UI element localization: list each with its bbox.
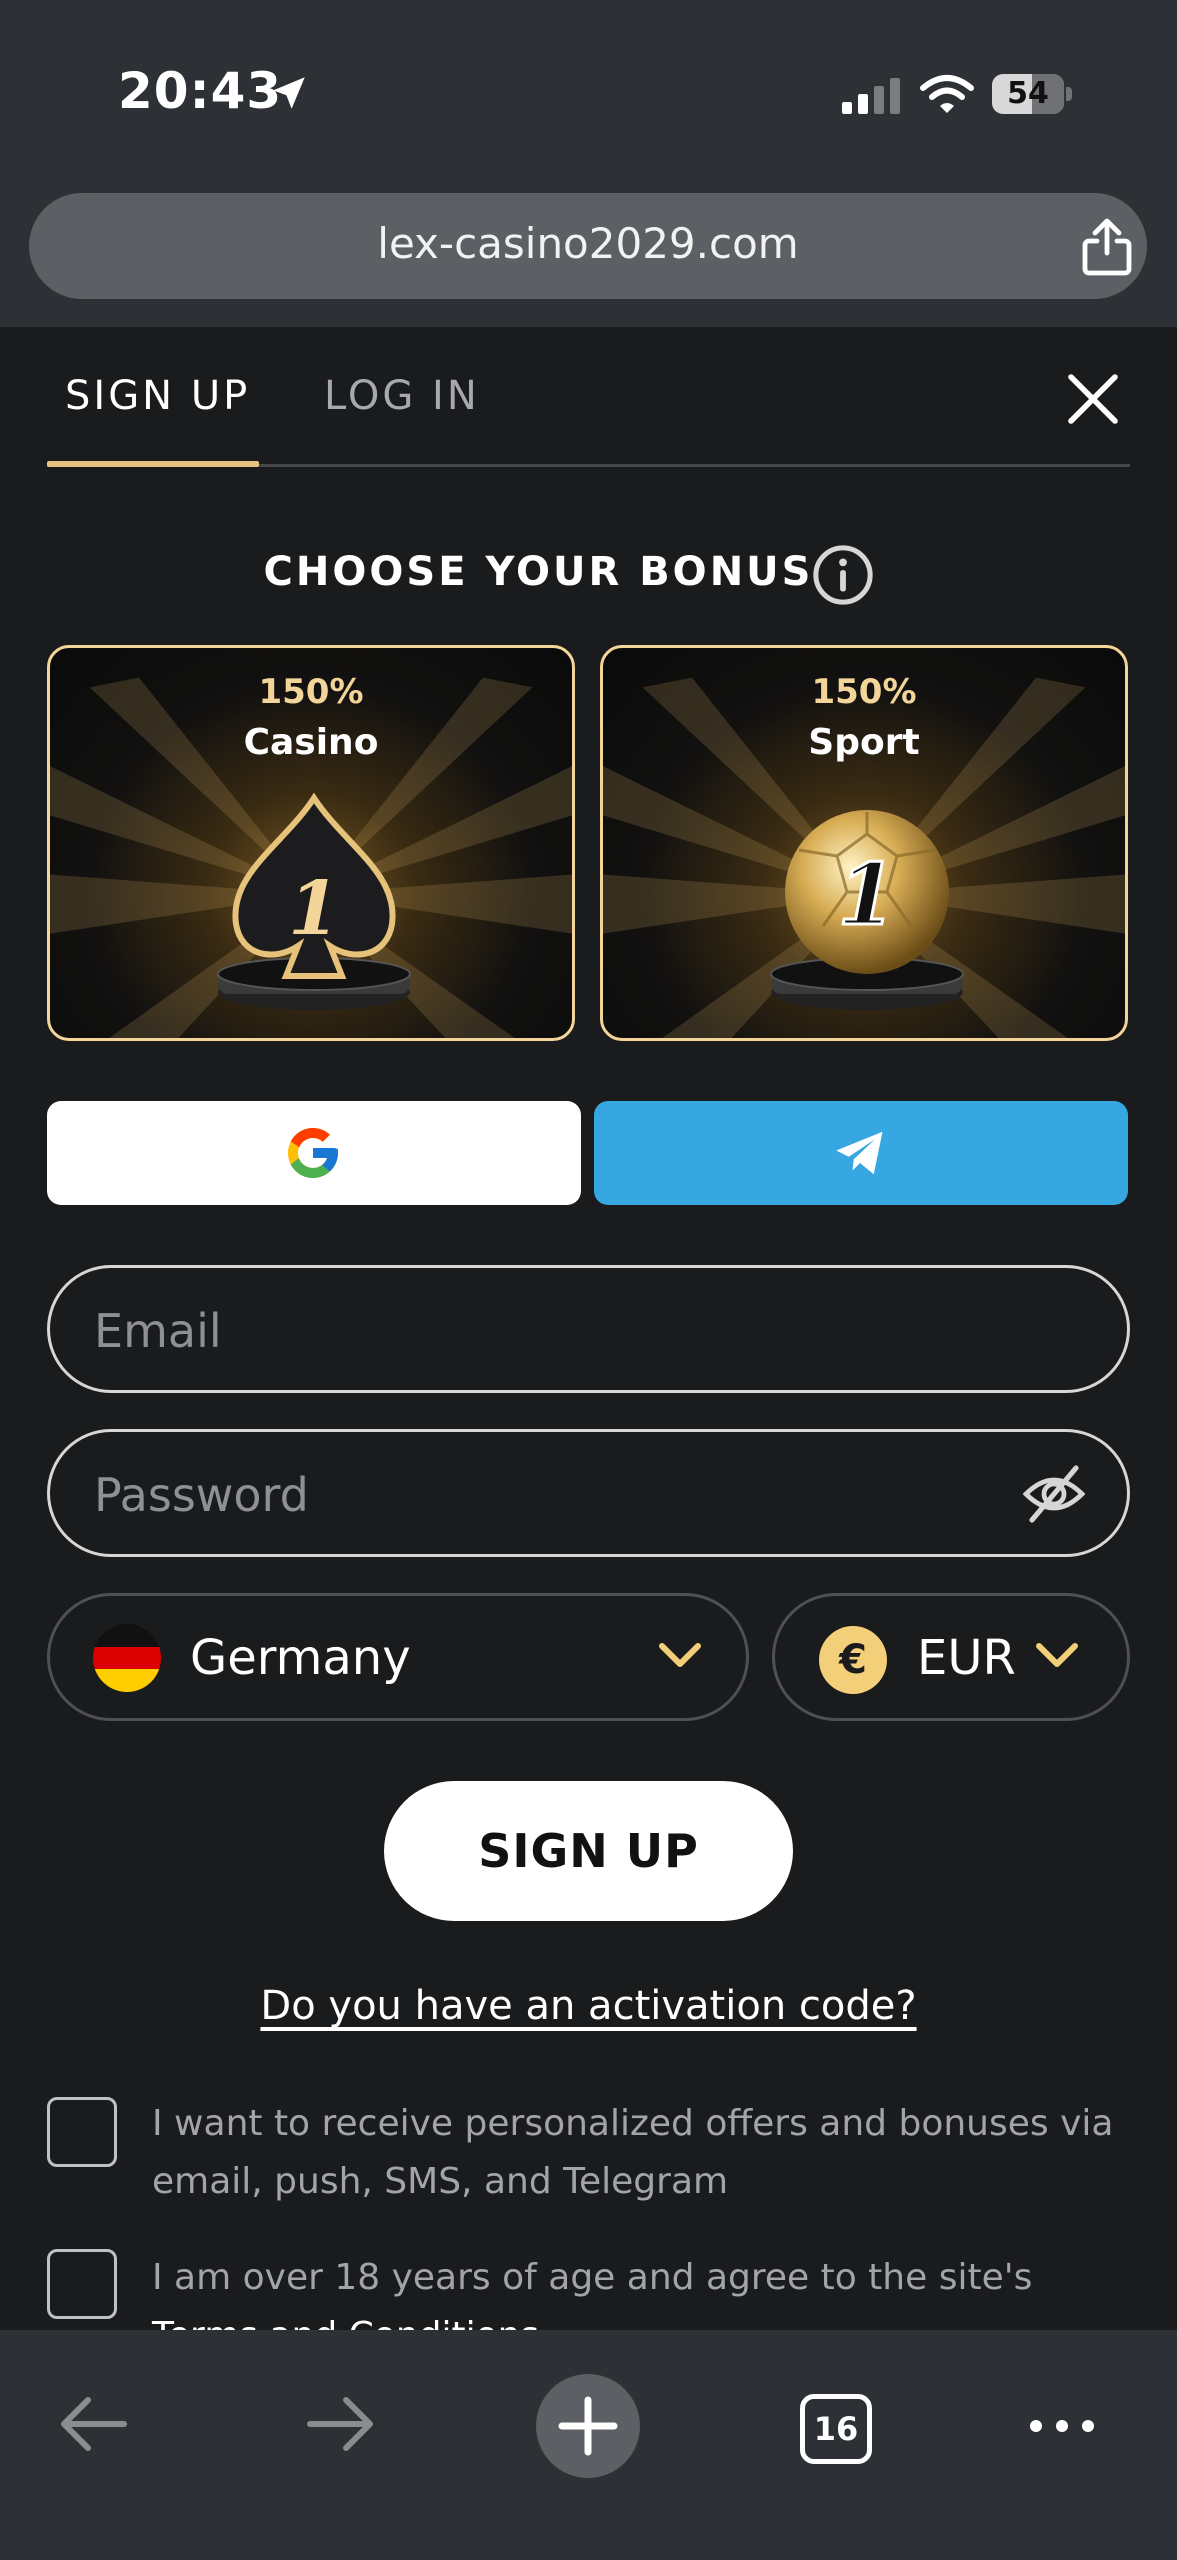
activation-code-link[interactable]: Do you have an activation code? — [0, 1983, 1177, 2029]
currency-value: EUR — [917, 1630, 1016, 1686]
offers-consent-label: I want to receive personalized offers an… — [152, 2103, 1114, 2202]
tab-count: 16 — [813, 2410, 859, 2448]
bonus-badge-number: 1 — [288, 866, 340, 952]
auth-tabs: SIGN UP LOG IN — [47, 327, 1130, 467]
browser-top-chrome: 20:43 54 lex-casino2029.com — [0, 0, 1177, 327]
plus-icon — [558, 2396, 618, 2456]
status-time: 20:43 — [118, 62, 283, 120]
bonus-name: Sport — [808, 722, 920, 763]
chevron-down-icon — [659, 1643, 701, 1667]
more-options-icon[interactable] — [1026, 2414, 1098, 2438]
browser-bottom-toolbar: 16 — [0, 2330, 1177, 2560]
currency-select[interactable]: € EUR — [772, 1593, 1130, 1721]
location-arrow-icon — [273, 77, 305, 109]
info-icon[interactable] — [812, 544, 874, 606]
soccer-ball-trophy-icon: 1 — [770, 810, 964, 1010]
bonus-name: Casino — [243, 722, 379, 763]
country-select[interactable]: Germany — [47, 1593, 749, 1721]
email-field[interactable]: Email — [47, 1265, 1130, 1393]
eye-off-icon[interactable] — [1020, 1460, 1088, 1528]
age-terms-checkbox[interactable] — [47, 2249, 117, 2319]
tab-signup[interactable]: SIGN UP — [65, 373, 250, 419]
age-consent-text: I am over 18 years of age and agree to t… — [152, 2257, 1033, 2298]
battery-indicator: 54 — [992, 74, 1072, 114]
bonus-card-sport[interactable]: 150% Sport 1 — [600, 645, 1128, 1041]
password-field[interactable]: Password — [47, 1429, 1130, 1557]
country-value: Germany — [190, 1630, 411, 1686]
cellular-signal-icon — [842, 78, 900, 114]
age-terms-label: I am over 18 years of age and agree to t… — [152, 2249, 1142, 2330]
share-icon[interactable] — [1079, 217, 1135, 277]
url-text[interactable]: lex-casino2029.com — [29, 219, 1147, 268]
password-placeholder: Password — [94, 1468, 309, 1522]
chevron-down-icon — [1036, 1643, 1078, 1667]
google-icon — [288, 1128, 338, 1178]
spade-trophy-icon: 1 — [217, 792, 411, 1010]
new-tab-button[interactable] — [536, 2374, 640, 2478]
signup-modal: SIGN UP LOG IN CHOOSE YOUR BONUS 150% Ca… — [0, 327, 1177, 2330]
terms-link[interactable]: Terms and Conditions — [152, 2315, 539, 2330]
email-placeholder: Email — [94, 1304, 222, 1358]
bonus-section-title: CHOOSE YOUR BONUS — [263, 549, 814, 595]
bonus-percent: 150% — [258, 672, 364, 712]
back-arrow-icon[interactable] — [58, 2392, 130, 2456]
bonus-card-casino[interactable]: 150% Casino 1 — [47, 645, 575, 1041]
google-signin-button[interactable] — [47, 1101, 581, 1205]
url-bar[interactable]: lex-casino2029.com — [29, 193, 1147, 299]
telegram-signin-button[interactable] — [594, 1101, 1128, 1205]
tab-login[interactable]: LOG IN — [324, 373, 480, 419]
bonus-badge-number: 1 — [838, 845, 896, 944]
battery-level: 54 — [1007, 76, 1049, 111]
forward-arrow-icon[interactable] — [304, 2392, 376, 2456]
tab-switcher-button[interactable]: 16 — [800, 2394, 872, 2464]
signup-submit-button[interactable]: SIGN UP — [384, 1781, 793, 1921]
offers-checkbox[interactable] — [47, 2097, 117, 2167]
wifi-icon — [920, 75, 974, 113]
germany-flag-icon — [93, 1624, 161, 1692]
bonus-percent: 150% — [811, 672, 917, 712]
active-tab-indicator — [47, 461, 259, 467]
euro-icon: € — [819, 1626, 887, 1694]
telegram-icon — [836, 1131, 883, 1175]
close-icon[interactable] — [1065, 371, 1121, 427]
